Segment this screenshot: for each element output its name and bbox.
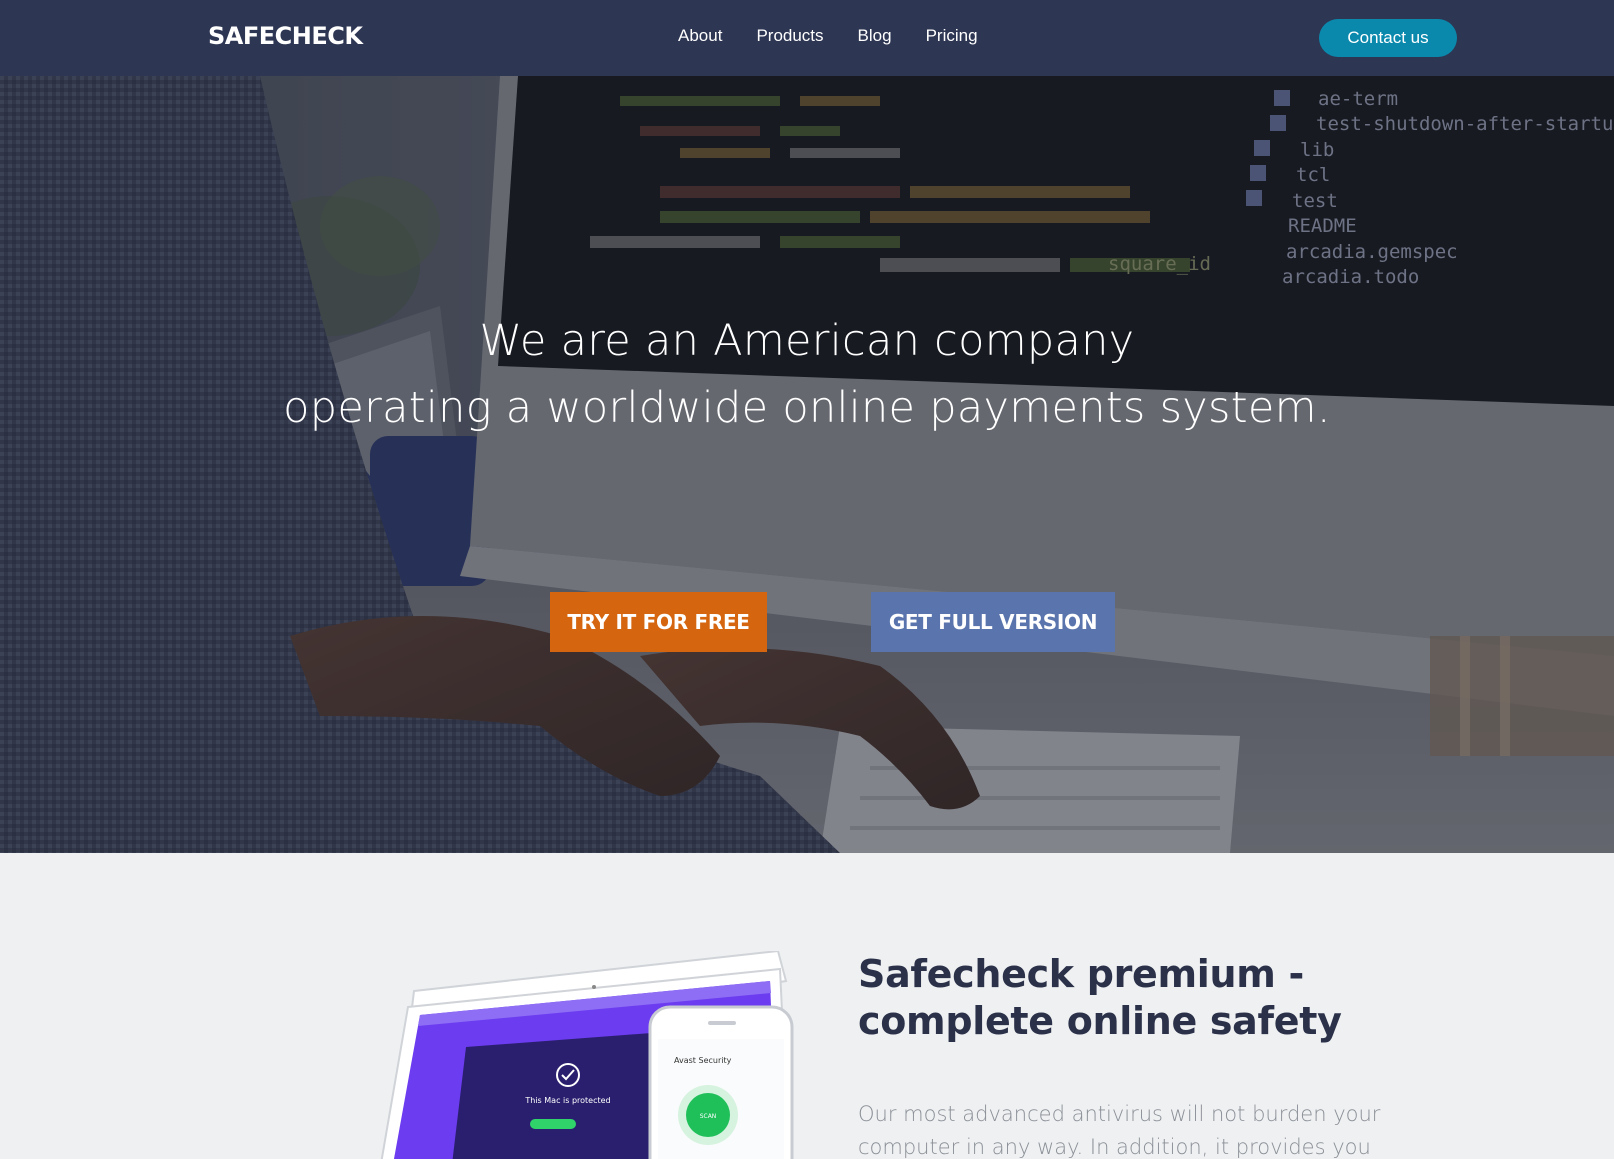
premium-heading-line-2: complete online safety [858,999,1342,1043]
hero-heading-line-2: operating a worldwide online payments sy… [283,383,1331,433]
hero-section: ae-term test-shutdown-after-startup lib … [0,76,1614,853]
premium-section: This Mac is protected Avast Security SCA… [0,853,1614,1159]
hero-heading: We are an American company operating a w… [0,308,1614,442]
premium-description: Our most advanced antivirus will not bur… [858,1102,1381,1159]
phone-app-title: Avast Security [674,1056,732,1065]
hero-background-image: ae-term test-shutdown-after-startup lib … [0,76,1614,853]
nav-links: About Products Blog Pricing [678,26,978,46]
try-for-free-button[interactable]: TRY IT FOR FREE [550,592,767,652]
nav-link-blog[interactable]: Blog [858,26,892,46]
nav-link-products[interactable]: Products [756,26,823,46]
nav-link-pricing[interactable]: Pricing [926,26,978,46]
premium-heading: Safecheck premium - complete online safe… [858,951,1478,1045]
navbar: SAFECHECK About Products Blog Pricing Co… [0,0,1614,76]
devices-illustration: This Mac is protected Avast Security SCA… [380,951,794,1159]
get-full-version-button[interactable]: GET FULL VERSION [871,592,1115,652]
phone-scan-label: SCAN [700,1113,717,1120]
brand-logo[interactable]: SAFECHECK [208,22,363,50]
laptop-protected-text: This Mac is protected [524,1096,610,1105]
contact-us-button[interactable]: Contact us [1319,19,1457,57]
nav-link-about[interactable]: About [678,26,722,46]
premium-heading-line-1: Safecheck premium - [858,952,1304,996]
hero-heading-line-1: We are an American company [479,316,1135,366]
